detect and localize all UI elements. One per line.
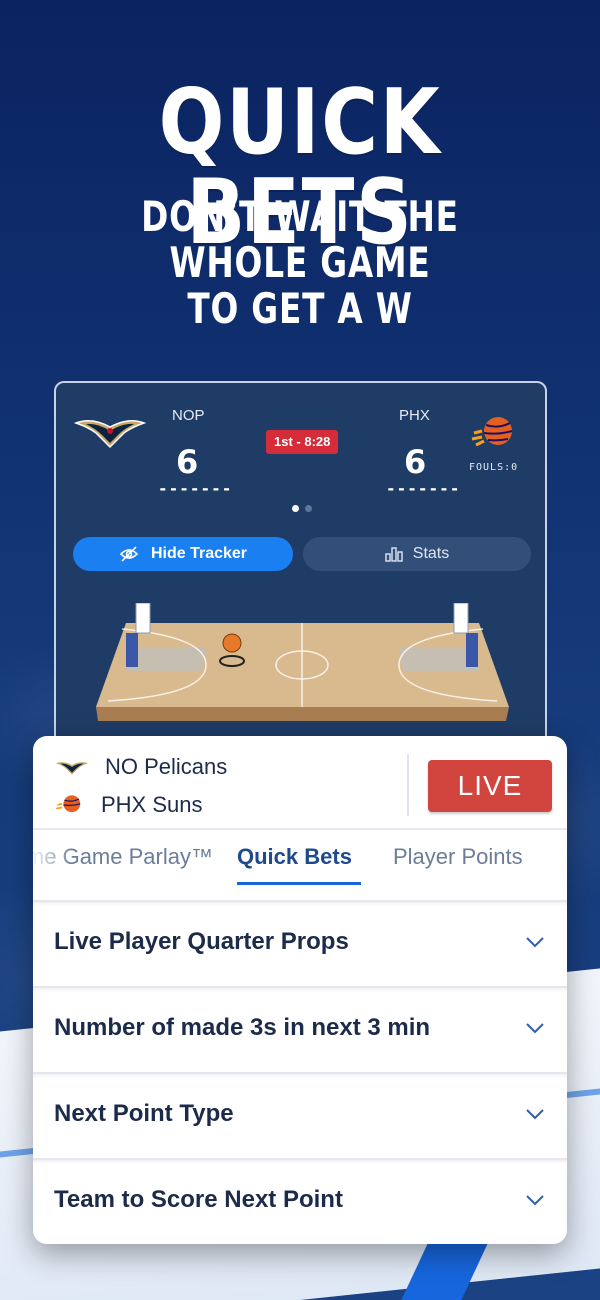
pelicans-logo-icon (74, 420, 146, 449)
market-title: Live Player Quarter Props (54, 928, 349, 955)
away-fouls-count: FOULS:0 (469, 462, 519, 473)
promo-subheadline-line: DON’T WAIT THE WHOLE GAME (141, 192, 459, 287)
team-row[interactable]: NO Pelicans (55, 754, 227, 780)
live-button[interactable]: LIVE (428, 760, 552, 812)
team-name: NO Pelicans (105, 754, 228, 779)
pager-dot[interactable] (305, 505, 312, 512)
away-score: 6 (404, 443, 427, 481)
team-row[interactable]: PHX Suns (55, 792, 203, 818)
market-accordion-row[interactable]: Next Point Type (33, 1072, 567, 1158)
home-shot-indicator: ------- (158, 479, 233, 498)
market-title: Number of made 3s in next 3 min (54, 1014, 431, 1041)
away-team-abbr: PHX (399, 407, 430, 424)
chevron-down-icon (526, 937, 544, 948)
matchup-header: NO Pelicans PHX Suns LIVE (33, 736, 567, 828)
bet-market-panel: NO Pelicans PHX Suns LIVE Same Game Parl… (33, 736, 567, 1244)
market-accordion-row[interactable]: Live Player Quarter Props (33, 900, 567, 986)
market-accordion-row[interactable]: Team to Score Next Point (33, 1158, 567, 1244)
bar-chart-icon (385, 547, 403, 562)
home-score: 6 (176, 443, 199, 481)
chevron-down-icon (526, 1195, 544, 1206)
tab-quick-bets[interactable]: Quick Bets (237, 844, 352, 870)
stats-label: Stats (412, 545, 450, 562)
tabs-scroll-fade (33, 830, 73, 900)
chevron-down-icon (526, 1109, 544, 1120)
pager-dot[interactable] (292, 505, 299, 512)
chevron-down-icon (526, 1023, 544, 1034)
suns-logo-icon (471, 417, 513, 447)
promo-subheadline-line: TO GET A W (187, 284, 413, 333)
pelicans-logo-icon (55, 762, 89, 775)
promo-subheadline: DON’T WAIT THE WHOLE GAME TO GET A W (66, 194, 534, 332)
tab-player-points[interactable]: Player Points (393, 844, 523, 870)
home-team-abbr: NOP (172, 407, 205, 424)
stats-button[interactable]: Stats (303, 537, 531, 571)
eye-off-icon (119, 546, 139, 562)
market-accordion-row[interactable]: Number of made 3s in next 3 min (33, 986, 567, 1072)
hide-tracker-label: Hide Tracker (150, 545, 248, 562)
market-title: Team to Score Next Point (54, 1186, 343, 1213)
market-title: Next Point Type (54, 1100, 234, 1127)
tracker-pager[interactable] (292, 505, 312, 512)
hide-tracker-button[interactable]: Hide Tracker (73, 537, 293, 571)
active-tab-indicator (237, 882, 361, 885)
team-name: PHX Suns (101, 792, 203, 817)
game-clock-badge: 1st - 8:28 (266, 430, 339, 454)
divider (407, 754, 409, 816)
away-shot-indicator: ------- (386, 479, 461, 498)
suns-logo-icon (56, 795, 81, 813)
market-tabs: Same Game Parlay™ Quick Bets Player Poin… (33, 828, 567, 900)
game-tracker-card: NOP 6 ------- 1st - 8:28 PHX 6 ------- F… (54, 381, 547, 761)
